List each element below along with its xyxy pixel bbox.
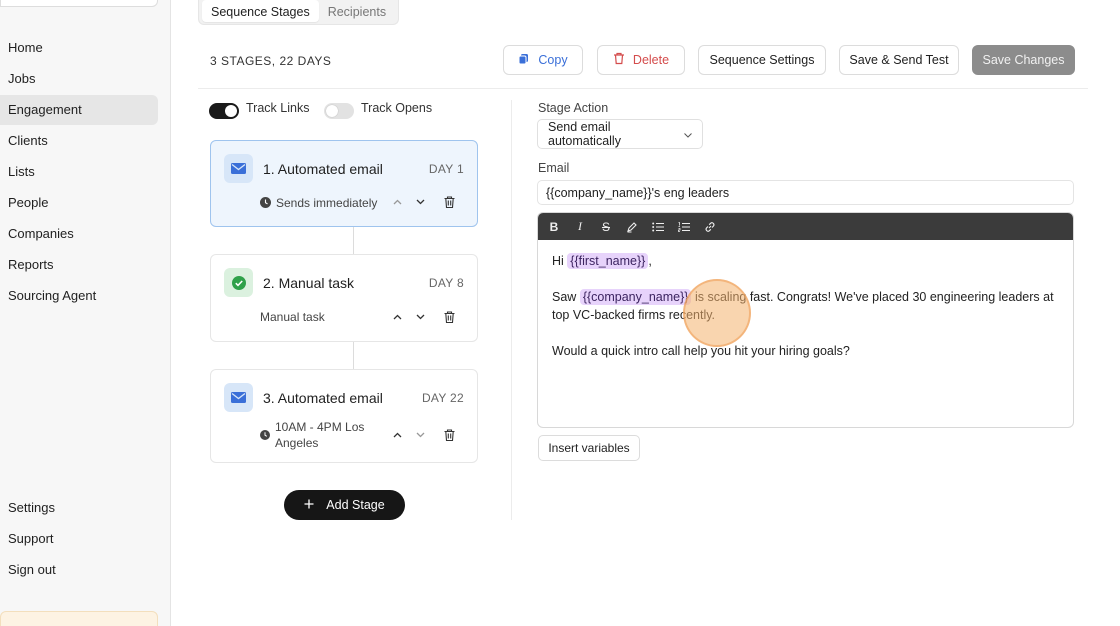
- add-stage-button[interactable]: Add Stage: [284, 490, 405, 520]
- stage-day: DAY 8: [428, 276, 464, 290]
- delete-label: Delete: [632, 53, 670, 67]
- greeting-text: Hi: [552, 254, 564, 268]
- copy-label: Copy: [538, 53, 568, 67]
- stage-timing-text: Sends immediately: [276, 196, 378, 210]
- sidebar-top-box: [0, 0, 158, 7]
- stage-timing-text: Manual task: [260, 310, 325, 324]
- sidebar-item-companies[interactable]: Companies: [0, 219, 158, 249]
- divider-horizontal: [198, 88, 1088, 89]
- add-stage-label: Add Stage: [326, 498, 385, 512]
- stage-connector: [353, 342, 354, 369]
- trash-icon[interactable]: [441, 427, 457, 443]
- move-down-icon[interactable]: [412, 427, 428, 443]
- track-links-label: Track Links: [246, 101, 310, 115]
- sidebar-item-sign-out[interactable]: Sign out: [0, 555, 158, 585]
- stage-timing: Sends immediately: [260, 195, 377, 211]
- email-body-editor[interactable]: B I S Hi {{first_name}}, Saw {{company_n…: [537, 212, 1074, 428]
- variable-chip-company-name[interactable]: {{company_name}}: [579, 289, 692, 305]
- italic-icon[interactable]: I: [570, 217, 590, 237]
- move-down-icon[interactable]: [412, 309, 428, 325]
- tab-sequence-stages[interactable]: Sequence Stages: [202, 0, 319, 22]
- insert-variables-button[interactable]: Insert variables: [538, 435, 640, 461]
- sidebar-item-sourcing-agent[interactable]: Sourcing Agent: [0, 281, 158, 311]
- strikethrough-icon[interactable]: S: [596, 217, 616, 237]
- stage-card-2[interactable]: 2. Manual task DAY 8 Manual task: [210, 254, 478, 342]
- sidebar-item-people[interactable]: People: [0, 188, 158, 218]
- chevron-down-icon: [684, 127, 692, 141]
- sidebar-promo-banner[interactable]: [0, 611, 158, 626]
- stage-title: 3. Automated email: [263, 390, 383, 406]
- stage-timing-text: 10AM - 4PM Los Angeles: [275, 420, 365, 450]
- sidebar: Home Jobs Engagement Clients Lists Peopl…: [0, 0, 171, 626]
- bullet-list-icon[interactable]: [648, 217, 668, 237]
- sequence-settings-button[interactable]: Sequence Settings: [698, 45, 826, 75]
- mail-icon: [224, 154, 253, 183]
- sidebar-item-reports[interactable]: Reports: [0, 250, 158, 280]
- stage-action-select[interactable]: Send email automatically: [537, 119, 703, 149]
- move-up-icon[interactable]: [389, 309, 405, 325]
- sidebar-item-clients[interactable]: Clients: [0, 126, 158, 156]
- save-send-test-button[interactable]: Save & Send Test: [839, 45, 959, 75]
- link-icon[interactable]: [700, 217, 720, 237]
- sidebar-item-jobs[interactable]: Jobs: [0, 64, 158, 94]
- stage-action-value: Send email automatically: [548, 120, 621, 148]
- email-subject-input[interactable]: [537, 180, 1074, 205]
- trash-icon[interactable]: [441, 309, 457, 325]
- stage-title: 1. Automated email: [263, 161, 383, 177]
- check-circle-icon: [224, 268, 253, 297]
- stage-title: 2. Manual task: [263, 275, 355, 291]
- move-down-icon[interactable]: [412, 194, 428, 210]
- move-up-icon[interactable]: [389, 427, 405, 443]
- stage-timing: Manual task: [260, 309, 325, 325]
- email-paragraph: Saw {{company_name}} is scaling fast. Co…: [552, 288, 1059, 324]
- paragraph-prefix: Saw: [552, 290, 577, 304]
- email-paragraph: Would a quick intro call help you hit yo…: [552, 342, 1059, 360]
- mail-icon: [224, 383, 253, 412]
- copy-button[interactable]: Copy: [503, 45, 583, 75]
- stage-card-3[interactable]: 3. Automated email DAY 22 10AM - 4PM Los…: [210, 369, 478, 463]
- editor-toolbar: B I S: [538, 213, 1073, 240]
- trash-icon[interactable]: [441, 194, 457, 210]
- stage-card-1[interactable]: 1. Automated email DAY 1 Sends immediate…: [210, 140, 478, 227]
- variable-chip-first-name[interactable]: {{first_name}}: [567, 253, 649, 269]
- highlighter-icon[interactable]: [622, 217, 642, 237]
- divider-vertical: [511, 100, 512, 520]
- track-opens-toggle[interactable]: [324, 103, 354, 119]
- tab-recipients[interactable]: Recipients: [319, 0, 395, 22]
- email-body[interactable]: Hi {{first_name}}, Saw {{company_name}} …: [538, 240, 1073, 390]
- sequence-tabs: Sequence Stages Recipients: [198, 0, 400, 25]
- stage-day: DAY 22: [421, 391, 464, 405]
- delete-button[interactable]: Delete: [597, 45, 685, 75]
- stage-timing: 10AM - 4PM Los Angeles: [260, 419, 378, 451]
- paragraph-text: Would a quick intro call help you hit yo…: [552, 344, 850, 358]
- copy-icon: [518, 53, 530, 68]
- track-links-toggle[interactable]: [209, 103, 239, 119]
- sidebar-item-support[interactable]: Support: [0, 524, 158, 554]
- sidebar-item-lists[interactable]: Lists: [0, 157, 158, 187]
- email-greeting: Hi {{first_name}},: [552, 252, 1059, 270]
- email-label: Email: [538, 161, 570, 175]
- trash-icon: [613, 52, 625, 68]
- clock-icon: [260, 429, 270, 443]
- clock-icon: [260, 197, 271, 211]
- stage-action-label: Stage Action: [538, 101, 609, 115]
- move-up-icon[interactable]: [389, 194, 405, 210]
- greeting-suffix: ,: [648, 254, 652, 268]
- stage-day: DAY 1: [428, 162, 464, 176]
- save-changes-button[interactable]: Save Changes: [972, 45, 1075, 75]
- track-opens-label: Track Opens: [361, 101, 433, 115]
- sidebar-item-home[interactable]: Home: [0, 33, 158, 63]
- numbered-list-icon[interactable]: [674, 217, 694, 237]
- stage-connector: [353, 227, 354, 254]
- plus-icon: [304, 498, 314, 512]
- sidebar-item-settings[interactable]: Settings: [0, 493, 158, 523]
- bold-icon[interactable]: B: [544, 217, 564, 237]
- sidebar-item-engagement[interactable]: Engagement: [0, 95, 158, 125]
- stage-summary: 3 STAGES, 22 DAYS: [210, 54, 332, 68]
